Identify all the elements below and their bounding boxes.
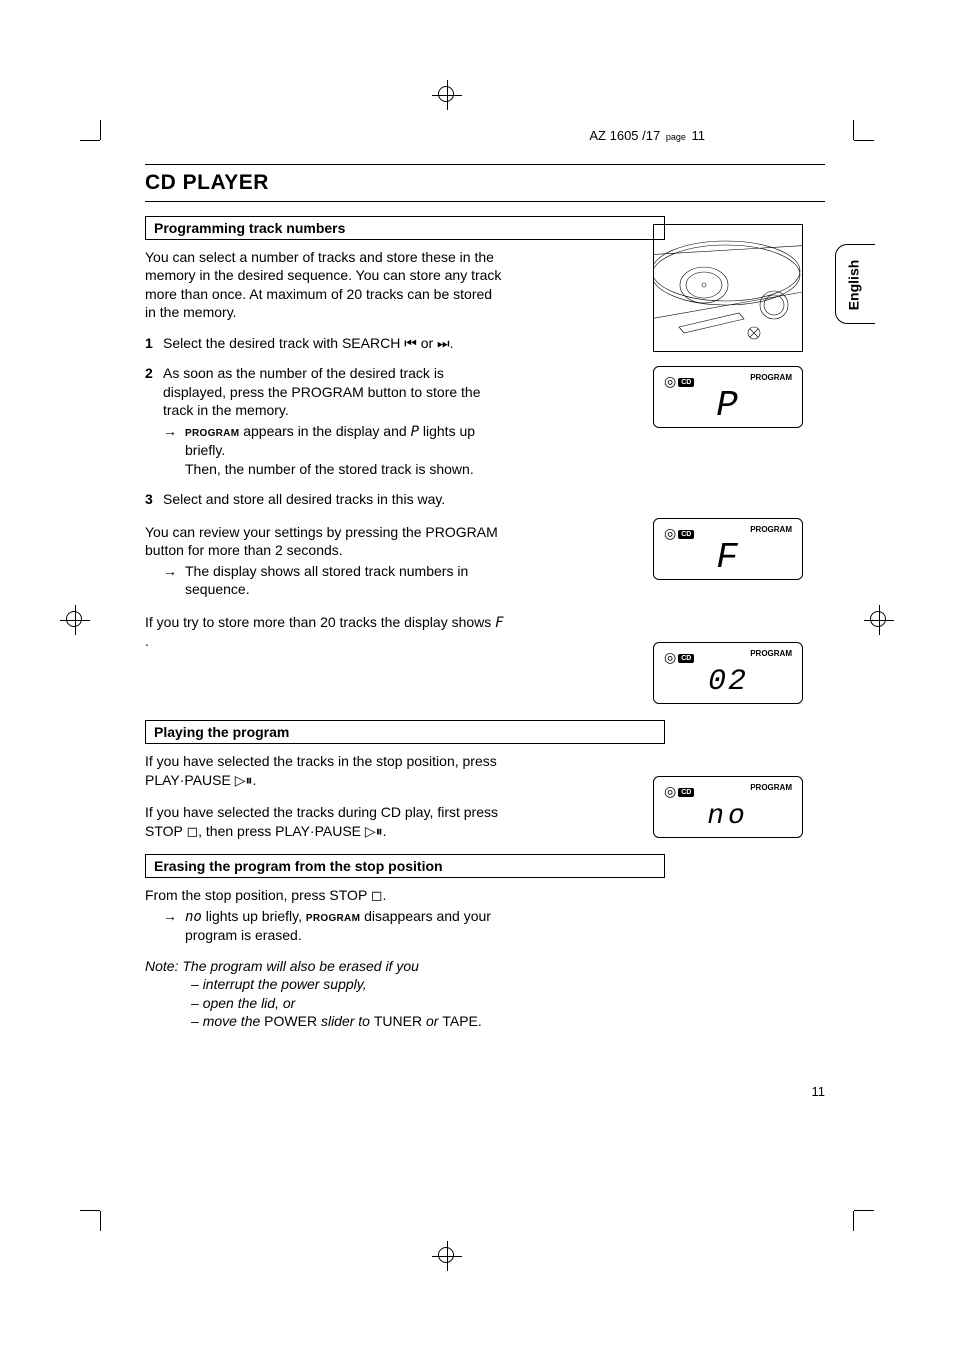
segment-value: no (707, 801, 749, 832)
section-heading-programming: Programming track numbers (145, 216, 665, 240)
p-glyph: P (411, 424, 419, 440)
language-tab: English (835, 244, 875, 324)
page-reference: AZ 1605 /17 page 11 (589, 128, 705, 143)
erasing-intro: From the stop position, press STOP ◻. (145, 886, 505, 904)
disc-icon: ◎CD (664, 783, 694, 800)
f-glyph: F (495, 615, 503, 631)
step-2: 2 As soon as the number of the desired t… (145, 364, 505, 419)
step-1: 1 Select the desired track with SEARCH ⏮… (145, 334, 505, 352)
note-title: Note: The program will also be erased if… (145, 957, 505, 975)
program-indicator: PROGRAM (750, 649, 792, 658)
lcd-display-02: ◎CD PROGRAM 02 (653, 642, 803, 704)
segment-value: F (716, 537, 740, 578)
note-item: open the lid, or (191, 994, 505, 1012)
model-number: AZ 1605 /17 (589, 128, 660, 143)
page-ref-number: 11 (692, 128, 706, 143)
note-item: interrupt the power supply, (191, 975, 505, 993)
no-glyph: no (185, 909, 202, 925)
page-label: page (666, 132, 686, 142)
erasing-result: → no lights up briefly, PROGRAM disappea… (145, 907, 505, 945)
page-title: CD PLAYER (145, 171, 825, 195)
playing-p1: If you have selected the tracks in the s… (145, 752, 505, 789)
review-result: → The display shows all stored track num… (145, 562, 505, 599)
playing-p2: If you have selected the tracks during C… (145, 803, 505, 840)
step-3: 3 Select and store all desired tracks in… (145, 490, 505, 508)
step-2-result: → PROGRAM appears in the display and P l… (145, 422, 505, 460)
arrow-icon: → (163, 907, 185, 945)
device-illustration (653, 224, 803, 352)
lcd-display-f: ◎CD PROGRAM F (653, 518, 803, 580)
section-heading-playing: Playing the program (145, 720, 665, 744)
program-indicator: PROGRAM (750, 373, 792, 382)
limit-text: If you try to store more than 20 tracks … (145, 613, 505, 651)
lcd-display-no: ◎CD PROGRAM no (653, 776, 803, 838)
program-keyword: PROGRAM (306, 913, 360, 924)
page-number: 11 (812, 1084, 826, 1099)
arrow-icon: → (163, 422, 185, 460)
program-keyword: PROGRAM (185, 428, 239, 439)
programming-intro: You can select a number of tracks and st… (145, 248, 505, 322)
note-item: move the POWER slider to TUNER or TAPE. (191, 1012, 505, 1030)
arrow-icon: → (163, 562, 185, 599)
step-2-then: Then, the number of the stored track is … (145, 460, 505, 478)
note-list: interrupt the power supply, open the lid… (145, 975, 505, 1030)
program-indicator: PROGRAM (750, 525, 792, 534)
disc-icon: ◎CD (664, 649, 694, 666)
language-label: English (845, 260, 861, 311)
segment-value: 02 (708, 665, 748, 699)
lcd-display-p: ◎CD PROGRAM P (653, 366, 803, 428)
disc-icon: ◎CD (664, 525, 694, 542)
segment-value: P (716, 385, 740, 426)
review-text: You can review your settings by pressing… (145, 523, 505, 560)
disc-icon: ◎CD (664, 373, 694, 390)
program-indicator: PROGRAM (750, 783, 792, 792)
section-heading-erasing: Erasing the program from the stop positi… (145, 854, 665, 878)
